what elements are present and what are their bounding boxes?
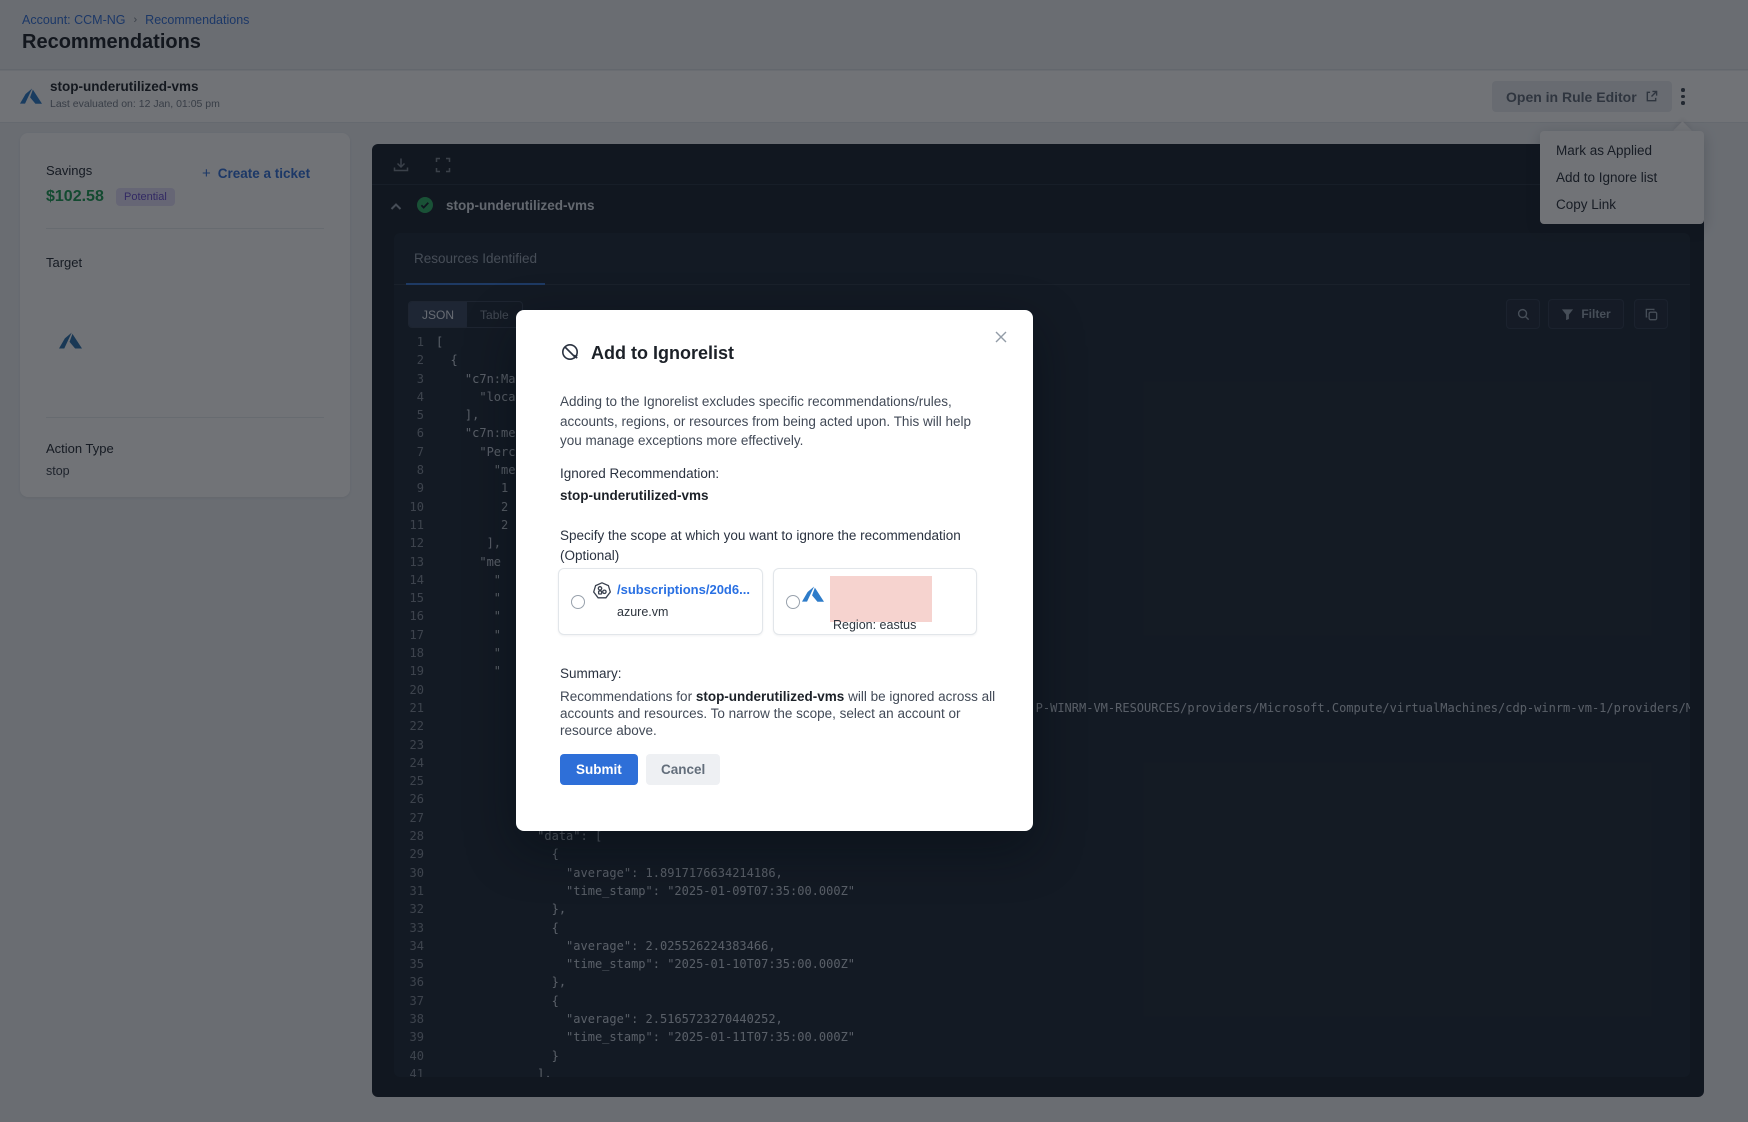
- ignore-icon: [560, 342, 582, 364]
- scope-label: Specify the scope at which you want to i…: [560, 526, 1012, 566]
- add-to-ignorelist-modal: Add to Ignorelist Adding to the Ignoreli…: [516, 310, 1033, 831]
- resource-type-icon: [592, 581, 612, 601]
- scope-option-account[interactable]: Region: eastus: [773, 568, 977, 635]
- scope-option-resource[interactable]: /subscriptions/20d6... azure.vm: [558, 568, 763, 635]
- resource-subscription-link[interactable]: /subscriptions/20d6...: [617, 582, 750, 597]
- cancel-button[interactable]: Cancel: [646, 754, 720, 785]
- account-region-text: Region: eastus: [833, 618, 916, 632]
- modal-title: Add to Ignorelist: [591, 343, 734, 364]
- summary-text: Recommendations for stop-underutilized-v…: [560, 688, 1002, 739]
- ignored-recommendation-value: stop-underutilized-vms: [560, 488, 709, 503]
- account-radio[interactable]: [786, 595, 800, 609]
- azure-icon: [802, 584, 824, 606]
- resource-type-text: azure.vm: [617, 605, 668, 619]
- resource-radio[interactable]: [571, 595, 585, 609]
- recommendations-page: Account: CCM-NG › Recommendations Recomm…: [0, 0, 1748, 1122]
- modal-description: Adding to the Ignorelist excludes specif…: [560, 392, 996, 451]
- ignored-recommendation-label: Ignored Recommendation:: [560, 466, 719, 481]
- submit-button[interactable]: Submit: [560, 754, 638, 785]
- summary-label: Summary:: [560, 666, 622, 681]
- close-icon[interactable]: [993, 326, 1015, 348]
- redacted-account-name: [830, 576, 932, 622]
